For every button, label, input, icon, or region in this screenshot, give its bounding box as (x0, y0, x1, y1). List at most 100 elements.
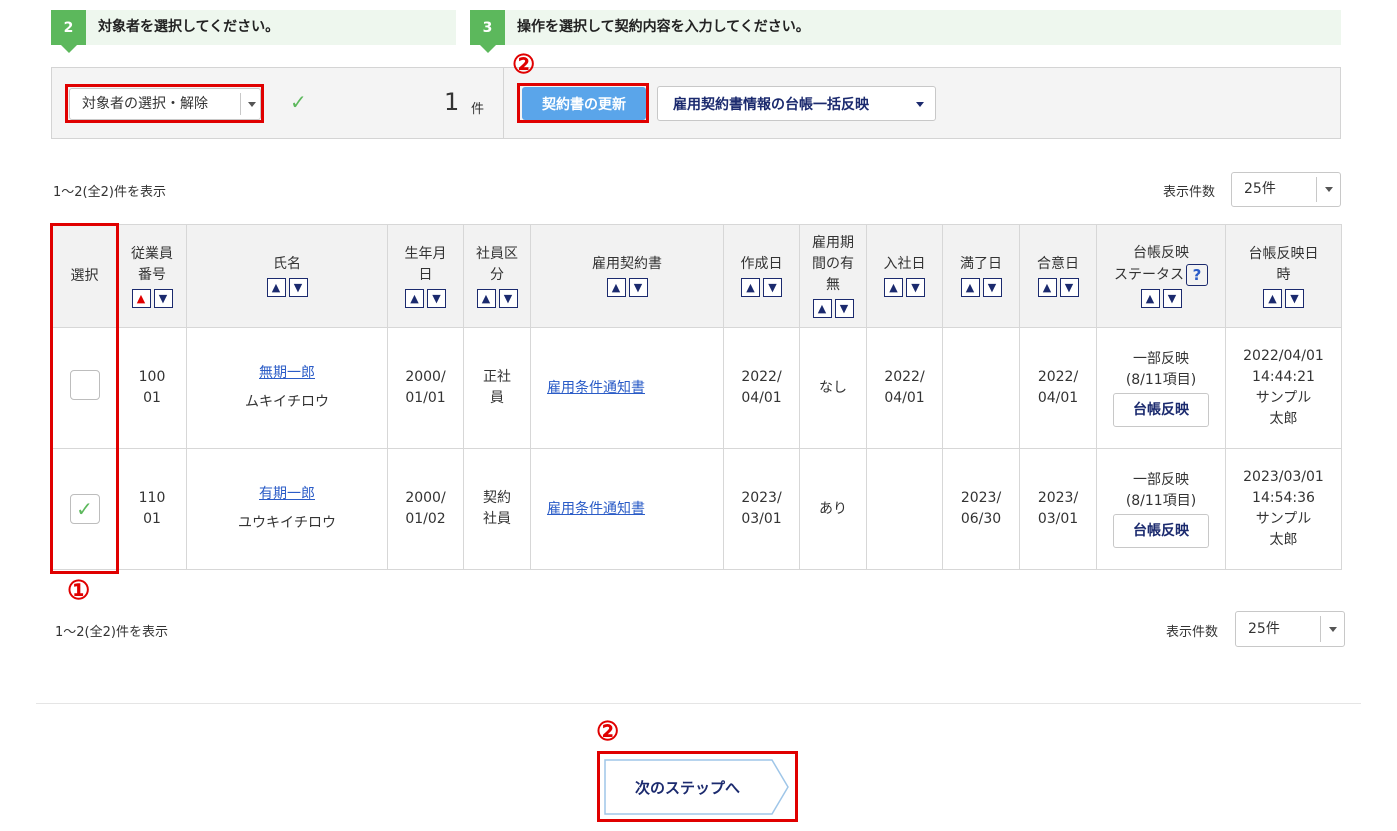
sort-asc-icon[interactable]: ▲ (741, 278, 760, 297)
employee-name-link[interactable]: 有期一郎 (259, 486, 315, 502)
action-panel: 対象者の選択・解除 ✓ 1 件 契約書の更新 雇用契約書情報の台帳一括反映 (51, 67, 1341, 139)
per-page-select-bottom[interactable]: 25件 (1235, 611, 1345, 647)
cell-name: 無期一郎 ムキイチロウ (186, 327, 388, 449)
cell-birthdate: 2000/01/01 (387, 327, 464, 449)
employee-kana: ユウキイチロウ (238, 515, 336, 531)
table-row: 100 01 無期一郎 ムキイチロウ 2000/01/01 正社員 雇用条件通知書… (51, 327, 1342, 449)
cell-expiry: 2023/06/30 (942, 448, 1020, 570)
sort-desc-icon[interactable]: ▼ (763, 278, 782, 297)
cell-name: 有期一郎 ユウキイチロウ (186, 448, 388, 570)
cell-agreed: 2023/03/01 (1019, 448, 1097, 570)
header-employee-number: 従業員 番号 ▲ ▼ (117, 224, 187, 328)
ledger-reflect-button[interactable]: 台帳反映 (1113, 514, 1209, 548)
cell-expiry (942, 327, 1020, 449)
sort-desc-icon[interactable]: ▼ (1059, 278, 1079, 297)
marker-two-top: ② (512, 50, 536, 80)
selected-count: 1 (444, 88, 460, 116)
target-select-label: 対象者の選択・解除 (82, 96, 208, 112)
target-select-dropdown[interactable]: 対象者の選択・解除 (69, 88, 261, 120)
cell-contract: 雇用条件通知書 (530, 448, 724, 570)
update-contract-button[interactable]: 契約書の更新 (522, 87, 646, 120)
cell-employee-type: 正社員 (463, 327, 531, 449)
help-icon[interactable]: ? (1186, 264, 1208, 286)
step-2-header: 2 対象者を選択してください。 (51, 10, 456, 53)
cell-ledger-status: 一部反映 (8/11項目) 台帳反映 (1096, 448, 1226, 570)
header-ledger-reflected-at: 台帳反映日時 ▲ ▼ (1225, 224, 1342, 328)
cell-period: なし (799, 327, 867, 449)
per-page-value: 25件 (1244, 181, 1276, 197)
employee-kana: ムキイチロウ (245, 394, 329, 410)
sort-desc-icon[interactable]: ▼ (906, 278, 925, 297)
sort-asc-icon[interactable]: ▲ (1140, 289, 1160, 308)
header-period: 雇用期 間の有無 ▲ ▼ (799, 224, 867, 328)
cell-ledger-reflected-at: 2022/04/01 14:44:21 サンプル 太郎 (1225, 327, 1342, 449)
header-ledger-status: 台帳反映 ステータス? ▲ ▼ (1096, 224, 1226, 328)
sort-desc-icon[interactable]: ▼ (834, 299, 854, 318)
marker-two-bottom: ② (596, 717, 620, 747)
header-employee-type: 社員区分 ▲ ▼ (463, 224, 531, 328)
row-checkbox[interactable] (69, 369, 100, 400)
sort-asc-icon[interactable]: ▲ (960, 278, 980, 297)
header-contract: 雇用契約書 ▲ ▼ (530, 224, 724, 328)
sort-asc-icon[interactable]: ▲ (884, 278, 903, 297)
chevron-down-icon (248, 102, 256, 107)
per-page-value: 25件 (1248, 621, 1280, 637)
chevron-down-icon (1329, 627, 1337, 632)
selected-count-unit: 件 (471, 102, 485, 117)
cell-created: 2023/03/01 (723, 448, 800, 570)
sort-asc-icon[interactable]: ▲ (266, 278, 286, 297)
cell-joined: 2022/04/01 (866, 327, 943, 449)
contract-link[interactable]: 雇用条件通知書 (547, 501, 645, 517)
marker-one: ① (67, 576, 91, 606)
cell-select: ✓ (51, 448, 118, 570)
per-page-label-bottom: 表示件数 (1166, 625, 1219, 640)
cell-birthdate: 2000/01/02 (387, 448, 464, 570)
header-created: 作成日 ▲ ▼ (723, 224, 800, 328)
sort-desc-icon[interactable]: ▼ (1285, 288, 1304, 308)
employee-table: 選択 従業員 番号 ▲ ▼ 氏名 ▲ ▼ 生年月日 ▲ ▼ 社員区分 ▲ ▼ 雇用契約書 … (51, 224, 1342, 570)
sort-asc-icon[interactable]: ▲ (1263, 288, 1282, 308)
cell-period: あり (799, 448, 867, 570)
bulk-reflect-label: 雇用契約書情報の台帳一括反映 (673, 96, 869, 113)
cell-joined (866, 448, 943, 570)
cell-ledger-status: 一部反映 (8/11項目) 台帳反映 (1096, 327, 1226, 449)
bulk-reflect-dropdown-button[interactable]: 雇用契約書情報の台帳一括反映 (657, 86, 936, 121)
chevron-down-icon (1325, 187, 1333, 192)
sort-desc-icon[interactable]: ▼ (288, 278, 308, 297)
cell-created: 2022/04/01 (723, 327, 800, 449)
sort-asc-icon[interactable]: ▲ (405, 288, 424, 308)
sort-desc-icon[interactable]: ▼ (153, 288, 173, 308)
sort-desc-icon[interactable]: ▼ (982, 278, 1002, 297)
contract-link[interactable]: 雇用条件通知書 (547, 380, 645, 396)
table-header-row: 選択 従業員 番号 ▲ ▼ 氏名 ▲ ▼ 生年月日 ▲ ▼ 社員区分 ▲ ▼ 雇用契約書 … (51, 224, 1342, 328)
sort-desc-icon[interactable]: ▼ (628, 278, 648, 297)
sort-asc-icon[interactable]: ▲ (131, 288, 151, 308)
header-expiry: 満了日 ▲ ▼ (942, 224, 1020, 328)
sort-desc-icon[interactable]: ▼ (1162, 289, 1182, 308)
cell-contract: 雇用条件通知書 (530, 327, 724, 449)
sort-asc-icon[interactable]: ▲ (606, 278, 626, 297)
sort-asc-icon[interactable]: ▲ (812, 299, 832, 318)
sort-asc-icon[interactable]: ▲ (476, 288, 496, 308)
employee-name-link[interactable]: 無期一郎 (259, 365, 315, 381)
chevron-down-icon (916, 102, 924, 107)
result-summary-bottom: 1～2(全2)件を表示 (55, 625, 168, 640)
table-row: ✓ 110 01 有期一郎 ユウキイチロウ 2000/01/02 契約 社員 雇用条… (51, 448, 1342, 570)
ledger-reflect-button[interactable]: 台帳反映 (1113, 393, 1209, 427)
header-joined: 入社日 ▲ ▼ (866, 224, 943, 328)
cell-employee-number: 100 01 (117, 327, 187, 449)
row-checkbox[interactable]: ✓ (69, 494, 100, 524)
sort-desc-icon[interactable]: ▼ (427, 288, 446, 308)
sort-asc-icon[interactable]: ▲ (1037, 278, 1057, 297)
header-agreed: 合意日 ▲ ▼ (1019, 224, 1097, 328)
header-select: 選択 (51, 224, 118, 328)
per-page-label-top: 表示件数 (1163, 185, 1216, 200)
sort-desc-icon[interactable]: ▼ (498, 288, 518, 308)
next-step-button[interactable]: 次のステップへ (604, 759, 789, 815)
per-page-select-top[interactable]: 25件 (1231, 172, 1341, 207)
step-label: 対象者を選択してください。 (98, 19, 280, 35)
result-summary-top: 1～2(全2)件を表示 (53, 185, 166, 200)
check-icon: ✓ (290, 90, 307, 114)
cell-ledger-reflected-at: 2023/03/01 14:54:36 サンプル 太郎 (1225, 448, 1342, 570)
step-number: 3 (470, 10, 505, 53)
